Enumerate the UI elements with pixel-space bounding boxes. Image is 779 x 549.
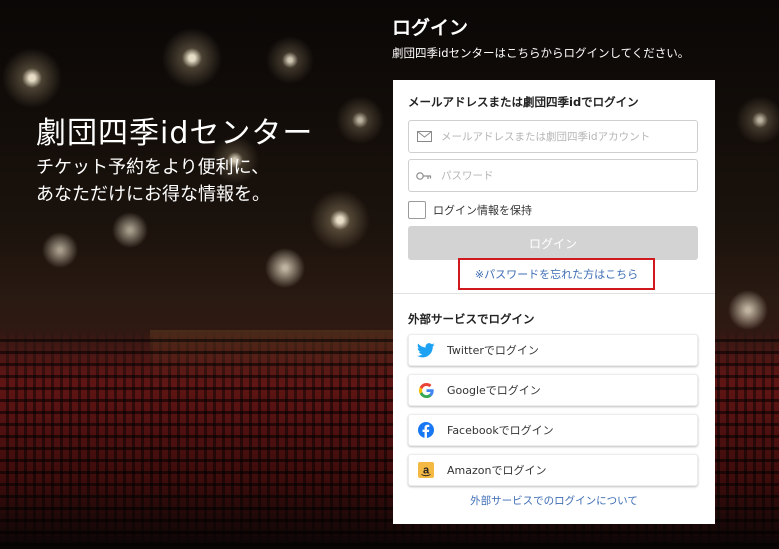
login-panel: メールアドレスまたは劇団四季idでログイン ログイン情報を保持 ログイン ※パス… <box>393 80 715 524</box>
email-field[interactable] <box>408 120 698 153</box>
remember-checkbox[interactable] <box>408 201 426 219</box>
external-login-section-title: 外部サービスでログイン <box>408 312 535 326</box>
facebook-login-button[interactable]: Facebookでログイン <box>408 414 698 446</box>
email-login-section-title: メールアドレスまたは劇団四季idでログイン <box>408 95 639 109</box>
login-description: 劇団四季idセンターはこちらからログインしてください。 <box>392 46 690 60</box>
google-login-button[interactable]: Googleでログイン <box>408 374 698 406</box>
svg-text:a: a <box>423 465 430 477</box>
forgot-password-highlight: ※パスワードを忘れた方はこちら <box>458 258 655 290</box>
hero-title: 劇団四季idセンター <box>36 116 314 151</box>
password-input[interactable] <box>439 168 683 183</box>
amazon-login-label: Amazonでログイン <box>447 464 547 477</box>
google-login-label: Googleでログイン <box>447 384 541 397</box>
amazon-icon: a <box>409 462 443 478</box>
amazon-login-button[interactable]: a Amazonでログイン <box>408 454 698 486</box>
twitter-icon <box>409 342 443 358</box>
twitter-login-label: Twitterでログイン <box>447 344 539 357</box>
hero-subtitle-line2: あなただけにお得な情報を。 <box>36 184 270 205</box>
password-field[interactable] <box>408 159 698 192</box>
mail-icon <box>409 131 439 142</box>
remember-login[interactable]: ログイン情報を保持 <box>408 201 532 219</box>
google-icon <box>409 382 443 398</box>
hero-subtitle-line1: チケット予約をより便利に、 <box>36 157 270 178</box>
facebook-login-label: Facebookでログイン <box>447 424 554 437</box>
login-button[interactable]: ログイン <box>408 226 698 260</box>
key-icon <box>409 171 439 181</box>
email-input[interactable] <box>439 129 683 144</box>
login-heading: ログイン <box>392 17 469 39</box>
forgot-password-link[interactable]: ※パスワードを忘れた方はこちら <box>475 266 638 282</box>
section-divider <box>393 293 715 294</box>
facebook-icon <box>409 422 443 438</box>
remember-label: ログイン情報を保持 <box>433 204 532 217</box>
hero-subtitle: チケット予約をより便利に、 あなただけにお得な情報を。 <box>36 154 270 208</box>
twitter-login-button[interactable]: Twitterでログイン <box>408 334 698 366</box>
external-login-about-link[interactable]: 外部サービスでのログインについて <box>393 493 715 508</box>
